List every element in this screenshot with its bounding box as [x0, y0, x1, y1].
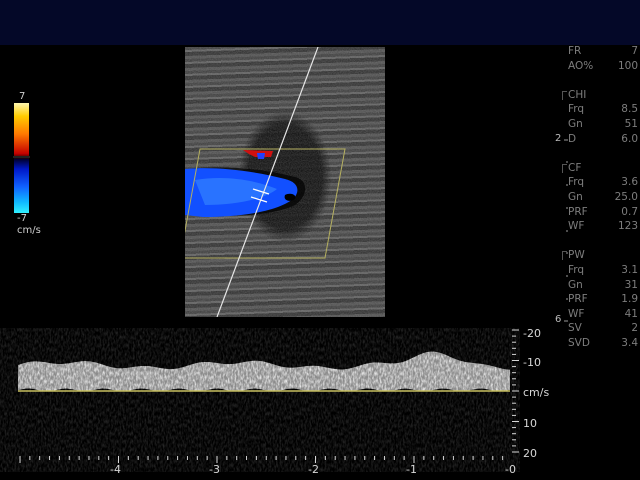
section-cf-title: CF — [562, 161, 638, 176]
pw-sv: SV 2 — [568, 322, 638, 335]
velocity-unit: cm/s — [523, 386, 550, 399]
color-flow-overlay — [185, 47, 385, 317]
pw-frq: Frq 3.1 — [568, 263, 638, 276]
param-row-fr: FR 7 — [568, 45, 638, 57]
time-label-3: -3 — [209, 463, 220, 476]
pw-gn: Gn 31 — [568, 278, 638, 291]
depth-marker-upper: 2 — [555, 133, 562, 144]
param-row-ao: AO% 100 — [568, 59, 638, 72]
top-header-bar — [0, 0, 640, 45]
velocity-label-neg10: -10 — [523, 356, 541, 369]
cf-prf: PRF 0.7 — [568, 205, 638, 218]
velocity-label-20: 20 — [523, 447, 537, 460]
pw-wf: WF 41 — [568, 307, 638, 320]
section-chi-title: CHI — [562, 88, 638, 103]
color-scale-bar — [14, 103, 29, 213]
color-scale-min: -7 — [17, 213, 27, 224]
time-label-4: -4 — [110, 463, 121, 476]
velocity-label-10: 10 — [523, 417, 537, 430]
time-label-2: -2 — [308, 463, 319, 476]
cf-frq: Frq 3.6 — [568, 176, 638, 189]
color-scale-max: 7 — [19, 91, 26, 102]
parameter-panel: FR 7 AO% 100 CHI Frq 8.5 Gn 51 D 6.0 CF Frq 3.… — [562, 44, 638, 350]
doppler-spectrum — [18, 329, 519, 463]
cf-gn: Gn 25.0 — [568, 190, 638, 203]
chi-frq: Frq 8.5 — [568, 103, 638, 116]
depth-marker-lower: 6 — [555, 314, 562, 325]
cf-wf: WF 123 — [568, 220, 638, 233]
chi-d: D 6.0 — [568, 132, 638, 145]
section-pw-title: PW — [562, 248, 638, 263]
chi-gn: Gn 51 — [568, 117, 638, 130]
color-scale-unit: cm/s — [17, 225, 41, 236]
velocity-label-neg20: -20 — [523, 327, 541, 340]
pw-prf: PRF 1.9 — [568, 293, 638, 306]
time-label-0: -0 — [505, 463, 516, 476]
pw-svd: SVD 3.4 — [568, 336, 638, 349]
time-label-1: -1 — [406, 463, 417, 476]
color-scale-baseline — [13, 156, 30, 158]
